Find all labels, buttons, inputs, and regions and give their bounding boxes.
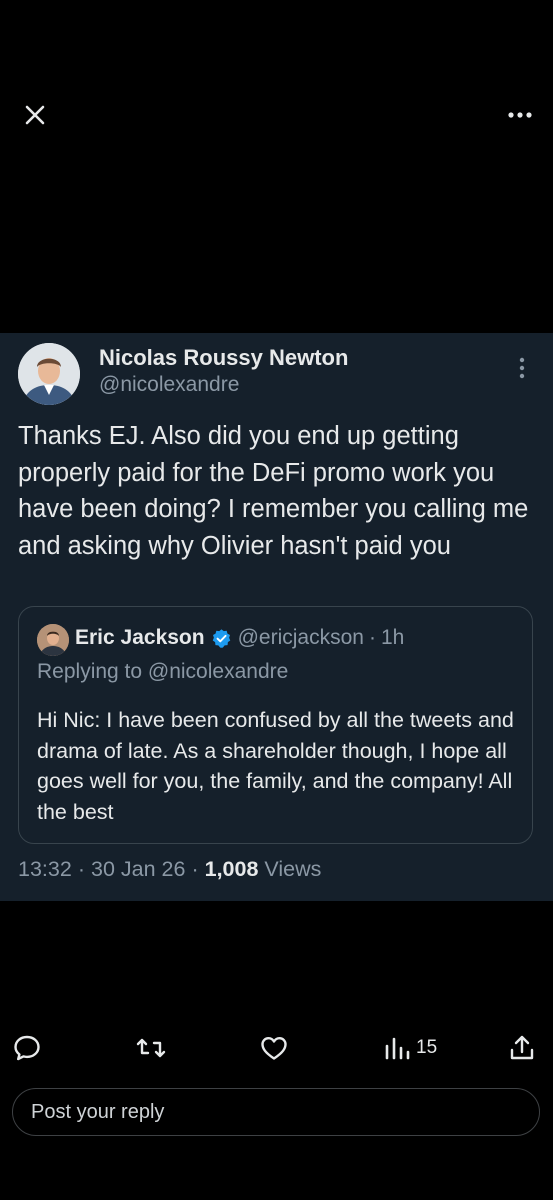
views-label: Views	[264, 857, 322, 881]
tweet-meta: 13:32 · 30 Jan 26 · 1,008 Views	[18, 857, 321, 882]
repost-button[interactable]	[134, 1032, 168, 1064]
repost-icon	[136, 1038, 166, 1058]
share-button[interactable]	[508, 1032, 536, 1064]
more-vertical-icon	[519, 357, 525, 379]
author-handle[interactable]: @nicolexandre	[99, 373, 239, 397]
separator-dot: ·	[191, 857, 199, 881]
verified-badge-icon	[211, 628, 232, 649]
separator-dot: ·	[368, 626, 376, 649]
views-count: 1,008	[204, 857, 259, 881]
share-icon	[510, 1035, 534, 1060]
quoted-author-handle: @ericjackson	[237, 626, 364, 649]
reply-icon	[14, 1035, 40, 1061]
more-horizontal-icon	[508, 112, 532, 118]
heart-icon	[261, 1037, 287, 1060]
quoted-tweet-header: Eric Jackson @ericjackson · 1h	[75, 626, 404, 650]
author-name[interactable]: Nicolas Roussy Newton	[99, 345, 348, 371]
quoted-tweet-time: 1h	[380, 626, 405, 649]
analytics-icon	[385, 1037, 410, 1060]
tweet-more-button[interactable]	[508, 354, 536, 382]
avatar-image	[37, 624, 69, 656]
views-count-label: 15	[416, 1037, 438, 1058]
more-options-button[interactable]	[503, 98, 537, 132]
reply-input[interactable]	[12, 1088, 540, 1136]
tweet-text: Thanks EJ. Also did you end up getting p…	[18, 422, 529, 560]
quoted-tweet-text: Hi Nic: I have been confused by all the …	[37, 708, 514, 824]
avatar-image	[18, 343, 80, 405]
close-icon	[25, 105, 45, 125]
like-button[interactable]	[259, 1032, 289, 1064]
tweet-time: 13:32	[18, 857, 72, 881]
replying-to: Replying to @nicolexandre	[37, 660, 289, 683]
views-button[interactable]: 15	[384, 1032, 437, 1064]
author-avatar[interactable]	[18, 343, 80, 405]
tweet-date: 30 Jan 26	[90, 857, 186, 881]
quoted-author-avatar	[37, 624, 69, 656]
close-button[interactable]	[18, 98, 52, 132]
separator-dot: ·	[77, 857, 85, 881]
quoted-author-name: Eric Jackson	[75, 626, 205, 649]
reply-button[interactable]	[12, 1032, 42, 1064]
quoted-tweet[interactable]: Eric Jackson @ericjackson · 1h Replying …	[18, 606, 533, 844]
